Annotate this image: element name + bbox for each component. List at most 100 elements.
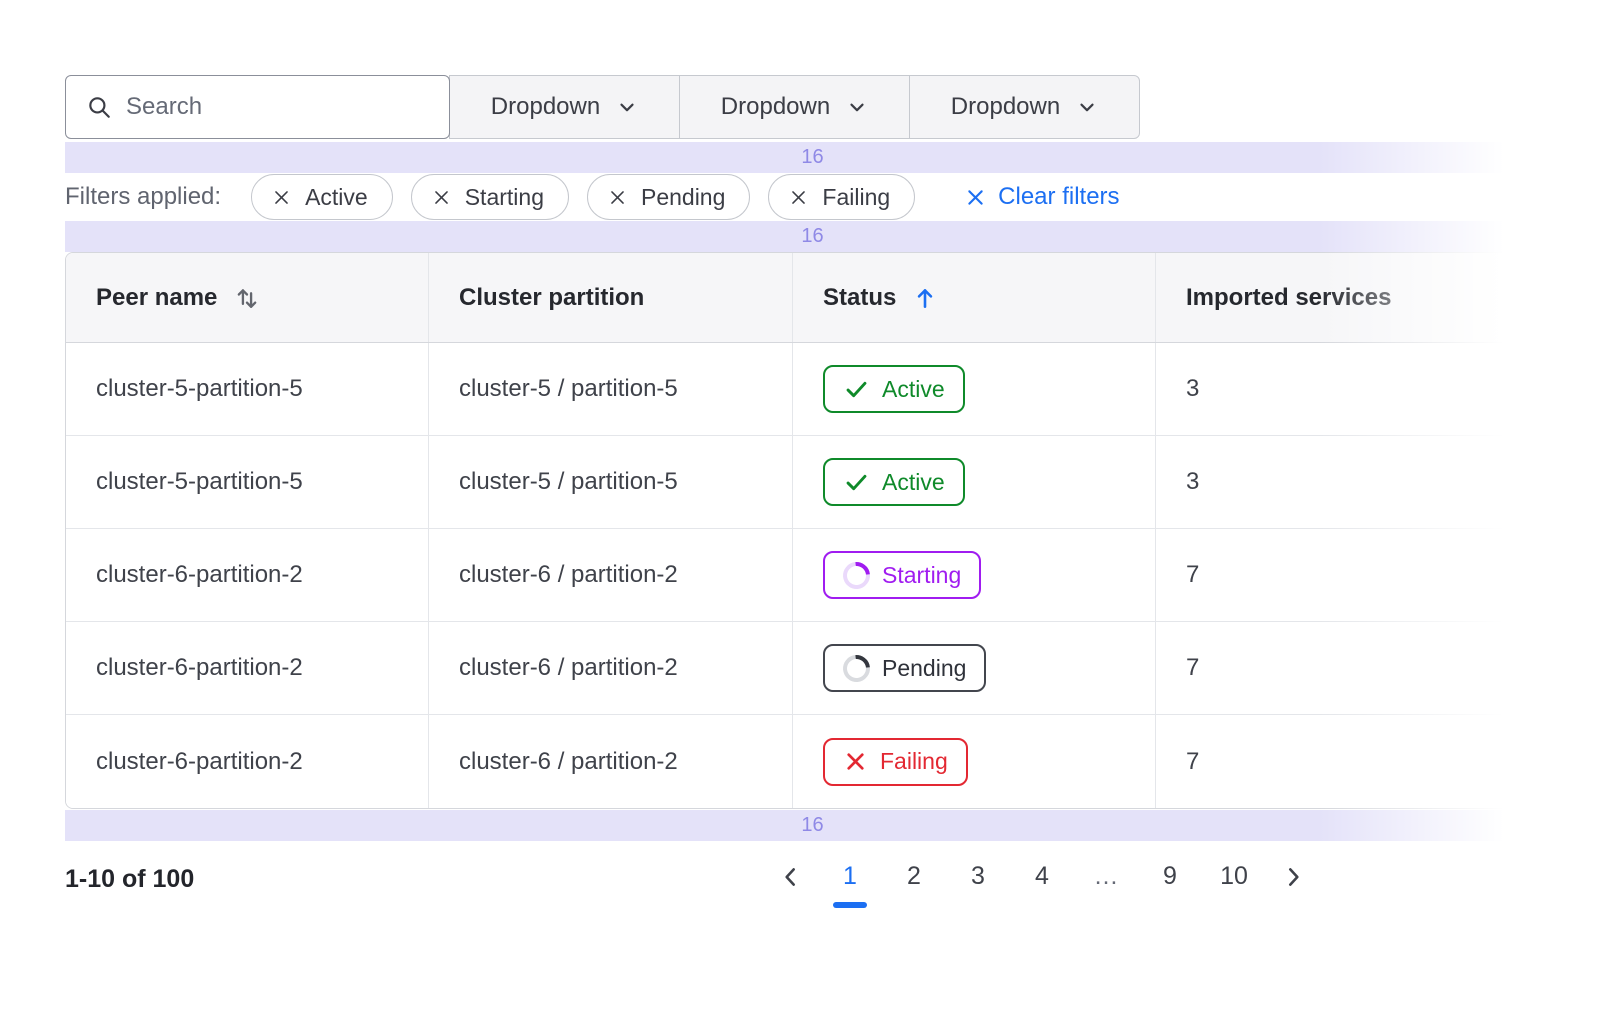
- dropdown-button-1[interactable]: Dropdown: [449, 75, 680, 139]
- column-header-imported-services: Imported services: [1156, 253, 1559, 342]
- status-label: Failing: [880, 748, 948, 775]
- page-number-1[interactable]: 1: [832, 850, 868, 912]
- search-icon: [86, 94, 112, 120]
- cell-status: Failing: [793, 715, 1156, 808]
- column-header-peer-name[interactable]: Peer name: [66, 253, 429, 342]
- chevron-down-icon: [1076, 96, 1098, 118]
- applied-filters-bar: Filters applied: Active Starting Pending: [65, 174, 1618, 220]
- filter-chip-pending[interactable]: Pending: [587, 174, 750, 220]
- cell-imported-services: 7: [1156, 715, 1559, 808]
- column-label: Imported services: [1186, 284, 1391, 312]
- filter-chip-active[interactable]: Active: [251, 174, 393, 220]
- spacing-value: 16: [801, 814, 823, 837]
- check-icon: [843, 376, 870, 403]
- status-badge-pending: Pending: [823, 644, 986, 692]
- cell-status: Active: [793, 343, 1156, 435]
- page-number-10[interactable]: 10: [1216, 850, 1252, 912]
- chip-label: Pending: [641, 184, 725, 211]
- cell-imported-services: 7: [1156, 622, 1559, 714]
- dismiss-icon[interactable]: [272, 188, 291, 207]
- cell-peer-name: cluster-5-partition-5: [66, 343, 429, 435]
- previous-page-button[interactable]: [778, 850, 804, 890]
- spacing-value: 16: [801, 225, 823, 248]
- cell-status: Active: [793, 436, 1156, 528]
- dropdown-label: Dropdown: [951, 93, 1060, 121]
- search-input[interactable]: [126, 93, 429, 121]
- table-row: cluster-5-partition-5 cluster-5 / partit…: [66, 436, 1559, 529]
- table-header-row: Peer name Cluster partition Status: [66, 253, 1559, 343]
- cell-peer-name: cluster-5-partition-5: [66, 436, 429, 528]
- dismiss-icon[interactable]: [432, 188, 451, 207]
- cell-cluster-partition: cluster-5 / partition-5: [429, 436, 793, 528]
- chip-label: Failing: [822, 184, 890, 211]
- sort-ascending-icon: [912, 285, 938, 311]
- cell-imported-services: 7: [1156, 529, 1559, 621]
- table-row: cluster-6-partition-2 cluster-6 / partit…: [66, 622, 1559, 715]
- cell-status: Starting: [793, 529, 1156, 621]
- cell-cluster-partition: cluster-6 / partition-2: [429, 715, 793, 808]
- cell-imported-services: 3: [1156, 343, 1559, 435]
- column-label: Cluster partition: [459, 284, 644, 312]
- chevron-down-icon: [616, 96, 638, 118]
- spacing-marker-bottom: 16: [65, 810, 1560, 841]
- page-number-2[interactable]: 2: [896, 850, 932, 912]
- table-row: cluster-6-partition-2 cluster-6 / partit…: [66, 529, 1559, 622]
- peering-list-page: Dropdown Dropdown Dropdown 16 Filters ap…: [0, 0, 1618, 1010]
- dropdown-label: Dropdown: [491, 93, 600, 121]
- check-icon: [843, 469, 870, 496]
- page-number-3[interactable]: 3: [960, 850, 996, 912]
- spacing-marker-top: 16: [65, 142, 1560, 173]
- cell-cluster-partition: cluster-5 / partition-5: [429, 343, 793, 435]
- sort-both-icon: [233, 284, 261, 312]
- status-badge-starting: Starting: [823, 551, 981, 599]
- status-label: Starting: [882, 562, 961, 589]
- pager: 1 2 3 4 … 9 10: [778, 850, 1306, 912]
- dropdown-button-2[interactable]: Dropdown: [679, 75, 910, 139]
- spinner-icon: [837, 556, 875, 594]
- spacing-value: 16: [801, 146, 823, 169]
- filters-applied-label: Filters applied:: [65, 183, 221, 211]
- cell-cluster-partition: cluster-6 / partition-2: [429, 529, 793, 621]
- cell-peer-name: cluster-6-partition-2: [66, 529, 429, 621]
- filter-toolbar: Dropdown Dropdown Dropdown: [65, 75, 1143, 139]
- column-header-status[interactable]: Status: [793, 253, 1156, 342]
- table-row: cluster-5-partition-5 cluster-5 / partit…: [66, 343, 1559, 436]
- chevron-down-icon: [846, 96, 868, 118]
- dropdown-label: Dropdown: [721, 93, 830, 121]
- status-label: Pending: [882, 655, 966, 682]
- table-row: cluster-6-partition-2 cluster-6 / partit…: [66, 715, 1559, 808]
- page-ellipsis: …: [1088, 850, 1124, 912]
- next-page-button[interactable]: [1280, 850, 1306, 890]
- column-header-cluster-partition: Cluster partition: [429, 253, 793, 342]
- chip-label: Starting: [465, 184, 544, 211]
- status-badge-active: Active: [823, 365, 965, 413]
- pagination-summary: 1-10 of 100: [65, 850, 194, 894]
- page-number-9[interactable]: 9: [1152, 850, 1188, 912]
- clear-filters-label: Clear filters: [998, 183, 1119, 211]
- column-label: Peer name: [96, 284, 217, 312]
- cell-cluster-partition: cluster-6 / partition-2: [429, 622, 793, 714]
- dropdown-button-3[interactable]: Dropdown: [909, 75, 1140, 139]
- status-badge-failing: Failing: [823, 738, 968, 786]
- clear-filters-link[interactable]: Clear filters: [965, 183, 1119, 211]
- cell-status: Pending: [793, 622, 1156, 714]
- clear-icon: [965, 187, 986, 208]
- filter-chip-failing[interactable]: Failing: [768, 174, 915, 220]
- filter-chip-starting[interactable]: Starting: [411, 174, 569, 220]
- pagination-bar: 1-10 of 100 1 2 3 4 … 9 10: [0, 850, 1618, 920]
- status-badge-active: Active: [823, 458, 965, 506]
- chip-label: Active: [305, 184, 368, 211]
- status-label: Active: [882, 376, 945, 403]
- dismiss-icon[interactable]: [608, 188, 627, 207]
- column-label: Status: [823, 284, 896, 312]
- x-icon: [843, 749, 868, 774]
- dismiss-icon[interactable]: [789, 188, 808, 207]
- spinner-icon: [837, 649, 875, 687]
- page-number-4[interactable]: 4: [1024, 850, 1060, 912]
- cell-peer-name: cluster-6-partition-2: [66, 622, 429, 714]
- status-label: Active: [882, 469, 945, 496]
- cell-peer-name: cluster-6-partition-2: [66, 715, 429, 808]
- search-box[interactable]: [65, 75, 450, 139]
- cell-imported-services: 3: [1156, 436, 1559, 528]
- spacing-marker-middle: 16: [65, 221, 1560, 252]
